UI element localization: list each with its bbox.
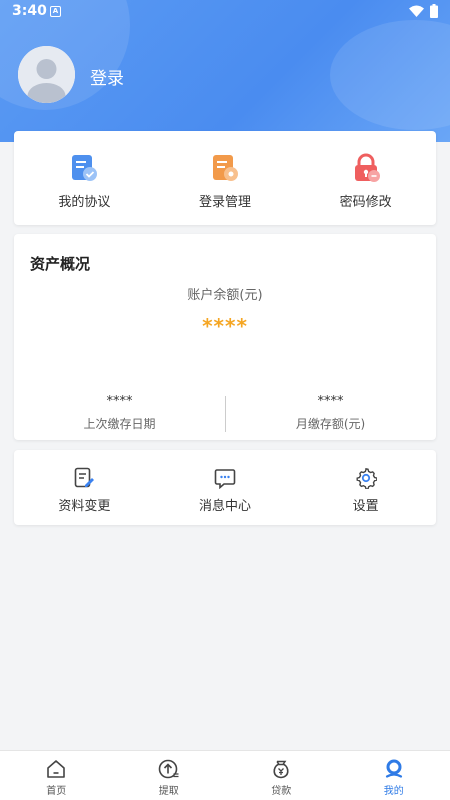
last-deposit-value: ****	[106, 394, 133, 409]
battery-icon	[430, 4, 438, 18]
monthly-deposit-label: 月缴存额(元)	[295, 417, 366, 431]
message-icon	[214, 469, 236, 489]
more-actions-card: 资料变更 消息中心 设置	[14, 450, 436, 525]
login-manage-icon	[213, 155, 238, 181]
login-management-label: 登录管理	[199, 195, 252, 210]
tab-mine[interactable]: 我的	[338, 751, 450, 800]
balance-value[interactable]: ****	[14, 314, 436, 338]
change-password-button[interactable]: 密码修改	[295, 131, 436, 225]
status-time: 3:40	[12, 3, 47, 19]
status-bar: 3:40 A	[0, 0, 450, 24]
tab-withdraw[interactable]: 提取	[113, 751, 226, 800]
login-link[interactable]: 登录	[90, 64, 124, 89]
tab-loan[interactable]: 贷款	[225, 751, 338, 800]
settings-label: 设置	[352, 499, 379, 514]
withdraw-icon	[158, 759, 179, 779]
my-agreement-label: 我的协议	[58, 195, 111, 210]
password-lock-icon	[354, 153, 380, 182]
assets-overview-card: 资产概况 账户余额(元) **** **** 上次缴存日期 **** 月缴存额(…	[14, 234, 436, 440]
my-agreement-button[interactable]: 我的协议	[14, 131, 155, 225]
profile-icon	[385, 759, 402, 778]
message-center-button[interactable]: 消息中心	[155, 450, 296, 525]
last-deposit-label: 上次缴存日期	[83, 417, 156, 431]
change-password-label: 密码修改	[339, 195, 392, 210]
status-icons	[409, 4, 438, 18]
profile-change-button[interactable]: 资料变更	[14, 450, 155, 525]
loan-icon	[273, 760, 289, 779]
header-decor-bubble	[330, 20, 450, 130]
agreement-icon	[72, 155, 98, 181]
settings-button[interactable]: 设置	[295, 450, 436, 525]
monthly-deposit-value: ****	[317, 394, 344, 409]
assets-title: 资产概况	[30, 255, 91, 273]
profile-header: 3:40 A 登录	[0, 0, 450, 142]
bottom-tab-bar: 首页 提取 贷款 我的	[0, 750, 450, 800]
tab-mine-label: 我的	[383, 786, 404, 797]
avatar[interactable]	[18, 46, 75, 103]
login-management-button[interactable]: 登录管理	[155, 131, 296, 225]
user-avatar-icon	[18, 46, 75, 103]
wifi-icon	[409, 5, 424, 17]
tab-loan-label: 贷款	[271, 786, 292, 797]
home-icon	[47, 760, 66, 778]
monthly-deposit: **** 月缴存额(元)	[225, 394, 436, 432]
tab-home-label: 首页	[46, 786, 67, 797]
notification-icon: A	[50, 6, 61, 17]
balance-label: 账户余额(元)	[187, 288, 263, 303]
quick-actions-card: 我的协议 登录管理 密码修改	[14, 131, 436, 225]
last-deposit-date: **** 上次缴存日期	[14, 394, 225, 432]
profile-change-label: 资料变更	[58, 499, 111, 514]
edit-doc-icon	[75, 467, 95, 488]
message-center-label: 消息中心	[199, 499, 252, 514]
tab-withdraw-label: 提取	[158, 786, 179, 797]
gear-icon	[356, 467, 377, 489]
tab-home[interactable]: 首页	[0, 751, 113, 800]
